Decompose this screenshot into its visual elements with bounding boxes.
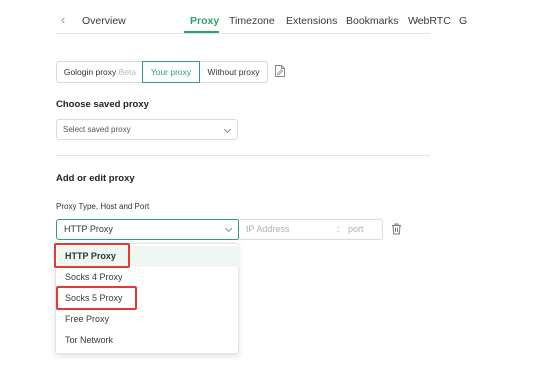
highlight-http-proxy xyxy=(54,243,130,268)
scroll-right-icon[interactable]: › xyxy=(415,13,419,27)
your-proxy-option[interactable]: Your proxy xyxy=(142,61,200,83)
tab-truncated[interactable]: G xyxy=(459,14,467,28)
option-free-proxy[interactable]: Free Proxy xyxy=(57,309,239,330)
scroll-left-icon[interactable]: ‹ xyxy=(61,13,65,27)
host-port-input[interactable]: IP Address : port xyxy=(238,219,383,240)
settings-tab-bar: ‹ Overview Proxy Timezone Extensions Boo… xyxy=(56,0,467,34)
option-tor-network[interactable]: Tor Network xyxy=(57,330,239,351)
tab-timezone[interactable]: Timezone xyxy=(229,14,275,28)
proxy-type-select[interactable]: HTTP Proxy xyxy=(56,219,239,240)
without-proxy-option[interactable]: Without proxy xyxy=(199,61,268,83)
port-input[interactable]: port xyxy=(348,220,364,239)
tab-overview[interactable]: Overview xyxy=(82,14,126,28)
host-port-separator: : xyxy=(337,224,340,234)
document-edit-icon[interactable] xyxy=(274,64,286,78)
active-tab-indicator xyxy=(184,31,219,33)
gologin-proxy-label: Gologin proxy xyxy=(63,67,117,77)
tab-proxy[interactable]: Proxy xyxy=(190,14,219,28)
beta-badge: Beta xyxy=(118,67,137,77)
chevron-down-icon xyxy=(223,125,232,134)
ip-address-input[interactable]: IP Address xyxy=(246,220,289,239)
add-edit-proxy-heading: Add or edit proxy xyxy=(56,173,135,184)
tab-bookmarks[interactable]: Bookmarks xyxy=(346,14,399,28)
choose-saved-proxy-heading: Choose saved proxy xyxy=(56,99,149,110)
chevron-down-icon xyxy=(224,224,233,233)
option-socks4-proxy[interactable]: Socks 4 Proxy xyxy=(57,267,239,288)
trash-icon[interactable] xyxy=(391,223,402,235)
saved-proxy-select[interactable]: Select saved proxy xyxy=(56,119,238,140)
saved-proxy-placeholder: Select saved proxy xyxy=(63,125,131,134)
highlight-socks5-proxy xyxy=(56,286,137,310)
proxy-type-label: Proxy Type, Host and Port xyxy=(56,202,150,211)
gologin-proxy-option[interactable]: Gologin proxy Beta xyxy=(56,61,144,83)
tab-extensions[interactable]: Extensions xyxy=(286,14,337,28)
section-divider xyxy=(56,155,430,156)
proxy-type-value: HTTP Proxy xyxy=(64,224,113,234)
